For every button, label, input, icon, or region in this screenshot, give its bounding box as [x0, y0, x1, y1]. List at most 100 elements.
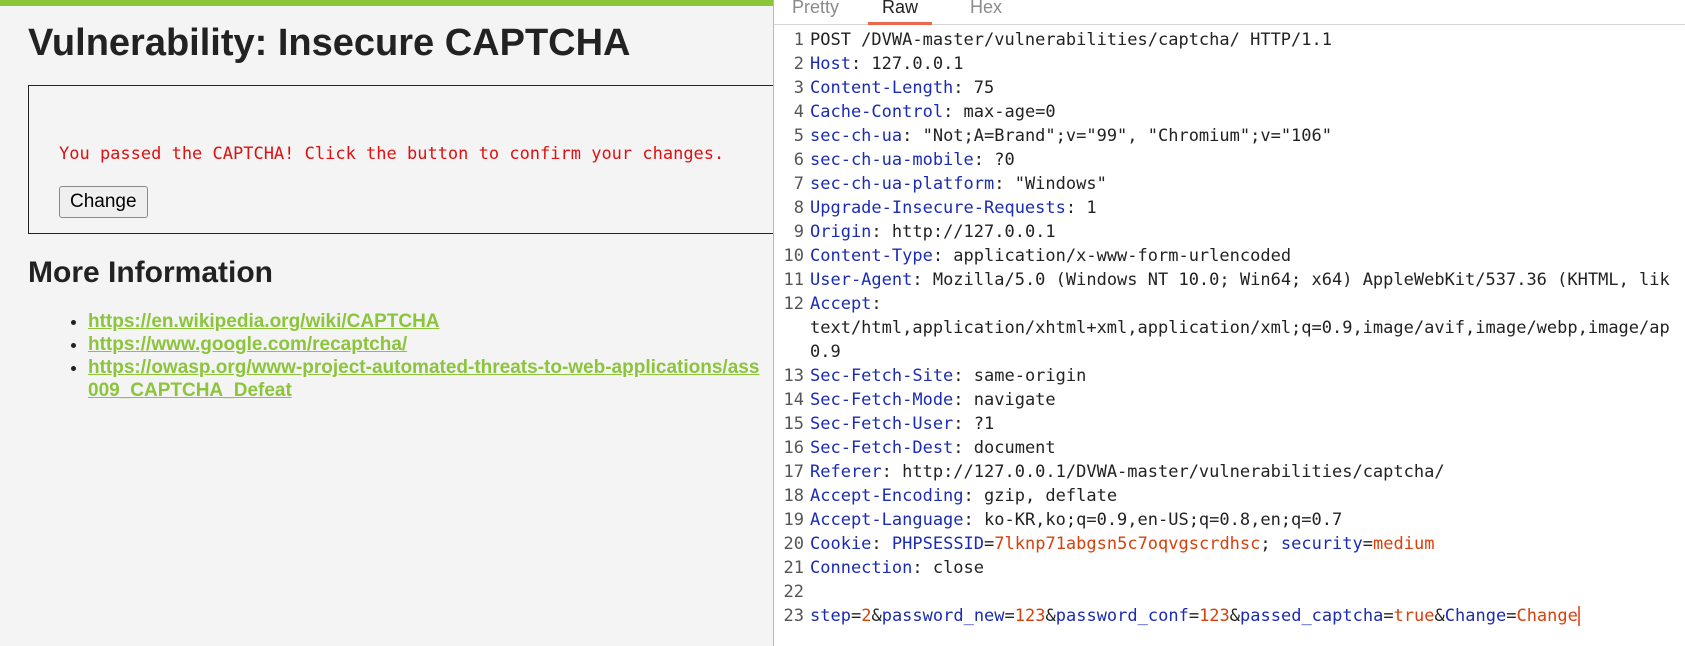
header-value: : Mozilla/5.0 (Windows NT 10.0; Win64; x… [912, 270, 1670, 290]
line-number: 16 [783, 438, 804, 458]
line-text: Sec-Fetch-Site: same-origin [810, 364, 1086, 388]
header-name: Accept [810, 294, 872, 314]
line-number: 20 [783, 534, 804, 554]
request-line: 5 sec-ch-ua: "Not;A=Brand";v="99", "Chrom… [774, 124, 1685, 148]
line-number: 1 [793, 30, 804, 50]
line-text: step=2&password_new=123&password_conf=12… [810, 604, 1580, 628]
param-equals: = [1383, 606, 1394, 626]
top-accent-bar [0, 0, 790, 6]
line-text: Accept-Encoding: gzip, deflate [810, 484, 1117, 508]
link-owasp-captcha-defeat[interactable]: https://owasp.org/www-project-automated-… [88, 356, 790, 402]
header-value: : "Not;A=Brand";v="99", "Chromium";v="10… [902, 126, 1332, 146]
header-name: Sec-Fetch-Dest [810, 438, 954, 458]
line-number: 2 [793, 54, 804, 74]
line-text: Accept: [810, 292, 882, 316]
tab-hex[interactable]: Hex [970, 0, 1002, 22]
request-line: 6 sec-ch-ua-mobile: ?0 [774, 148, 1685, 172]
request-line: 17 Referer: http://127.0.0.1/DVWA-master/… [774, 460, 1685, 484]
line-number: 23 [783, 606, 804, 626]
param-name: password_new [881, 606, 1005, 626]
request-line: 23 step=2&password_new=123&password_conf=… [774, 604, 1685, 628]
line-number: 13 [783, 366, 804, 386]
header-value: : max-age=0 [943, 102, 1056, 122]
request-editor: Pretty Raw Hex 1 POST /DVWA-master/vulner… [773, 0, 1685, 646]
line-text: sec-ch-ua-mobile: ?0 [810, 148, 1015, 172]
param-equals: = [1004, 606, 1015, 626]
raw-request-text[interactable]: 1 POST /DVWA-master/vulnerabilities/captc… [774, 28, 1685, 628]
header-separator: : [871, 534, 892, 554]
request-line: 3 Content-Length: 75 [774, 76, 1685, 100]
line-text: Content-Type: application/x-www-form-url… [810, 244, 1291, 268]
cookie-equals: = [984, 534, 995, 554]
change-button[interactable]: Change [59, 186, 148, 218]
line-number: 5 [793, 126, 804, 146]
plain-text: POST /DVWA-master/vulnerabilities/captch… [810, 30, 1332, 50]
line-text: Referer: http://127.0.0.1/DVWA-master/vu… [810, 460, 1445, 484]
line-number: 14 [783, 390, 804, 410]
header-value: : close [912, 558, 985, 578]
param-value: 123 [1014, 606, 1046, 626]
param-name: password_conf [1055, 606, 1189, 626]
line-number: 21 [783, 558, 804, 578]
param-value: Change [1516, 606, 1578, 626]
header-name: Connection [810, 558, 913, 578]
line-number: 17 [783, 462, 804, 482]
request-line: 14 Sec-Fetch-Mode: navigate [774, 388, 1685, 412]
header-value: : gzip, deflate [963, 486, 1118, 506]
header-value: : [871, 294, 882, 314]
request-line: 0.9 [774, 340, 1685, 364]
link-google-recaptcha[interactable]: https://www.google.com/recaptcha/ [88, 334, 407, 355]
line-number: 19 [783, 510, 804, 530]
request-line: text/html,application/xhtml+xml,applicat… [774, 316, 1685, 340]
header-value: : http://127.0.0.1 [871, 222, 1056, 242]
tab-pretty[interactable]: Pretty [792, 0, 839, 22]
line-number: 18 [783, 486, 804, 506]
header-name: Accept-Language [810, 510, 964, 530]
param-separator: & [1434, 606, 1445, 626]
plain-text: 0.9 [810, 342, 841, 362]
line-text: Sec-Fetch-Mode: navigate [810, 388, 1056, 412]
link-wikipedia-captcha[interactable]: https://en.wikipedia.org/wiki/CAPTCHA [88, 311, 440, 332]
request-line: 20 Cookie: PHPSESSID=7lknp71abgsn5c7oqvgs… [774, 532, 1685, 556]
header-name: Referer [810, 462, 882, 482]
cookie-value: 7lknp71abgsn5c7oqvgscrdhsc [994, 534, 1261, 554]
cookie-name: security [1280, 534, 1363, 554]
cookie-name: PHPSESSID [891, 534, 985, 554]
line-text: text/html,application/xhtml+xml,applicat… [810, 316, 1670, 340]
header-value: : http://127.0.0.1/DVWA-master/vulnerabi… [881, 462, 1445, 482]
request-line: 11 User-Agent: Mozilla/5.0 (Windows NT 10… [774, 268, 1685, 292]
line-text: Cache-Control: max-age=0 [810, 100, 1056, 124]
list-item: https://owasp.org/www-project-automated-… [88, 356, 790, 402]
request-line: 15 Sec-Fetch-User: ?1 [774, 412, 1685, 436]
header-name: Upgrade-Insecure-Requests [810, 198, 1066, 218]
link-line: https://owasp.org/www-project-automated-… [88, 357, 760, 378]
line-text: Sec-Fetch-Dest: document [810, 436, 1056, 460]
list-item: https://www.google.com/recaptcha/ [88, 333, 790, 356]
header-name: sec-ch-ua-platform [810, 174, 995, 194]
cookie-separator: ; [1260, 534, 1281, 554]
request-line: 16 Sec-Fetch-Dest: document [774, 436, 1685, 460]
cookie-value: medium [1373, 534, 1435, 554]
line-number: 6 [793, 150, 804, 170]
param-name: passed_captcha [1240, 606, 1384, 626]
header-name: Accept-Encoding [810, 486, 964, 506]
param-value: 123 [1199, 606, 1230, 626]
request-line: 21 Connection: close [774, 556, 1685, 580]
header-name: Content-Length [810, 78, 954, 98]
request-line: 4 Cache-Control: max-age=0 [774, 100, 1685, 124]
header-name: User-Agent [810, 270, 913, 290]
more-information-links: https://en.wikipedia.org/wiki/CAPTCHA ht… [70, 310, 790, 402]
header-value: : 1 [1065, 198, 1097, 218]
link-line: 009_CAPTCHA_Defeat [88, 380, 292, 401]
header-value: : 75 [953, 78, 995, 98]
param-separator: & [1045, 606, 1056, 626]
request-line: 1 POST /DVWA-master/vulnerabilities/captc… [774, 28, 1685, 52]
header-name: Content-Type [810, 246, 933, 266]
line-text: Cookie: PHPSESSID=7lknp71abgsn5c7oqvgscr… [810, 532, 1434, 556]
tab-raw[interactable]: Raw [868, 0, 933, 25]
request-line: 2 Host: 127.0.0.1 [774, 52, 1685, 76]
line-text: Accept-Language: ko-KR,ko;q=0.9,en-US;q=… [810, 508, 1342, 532]
header-name: Cache-Control [810, 102, 944, 122]
more-information-heading: More Information [28, 256, 273, 289]
request-line: 8 Upgrade-Insecure-Requests: 1 [774, 196, 1685, 220]
